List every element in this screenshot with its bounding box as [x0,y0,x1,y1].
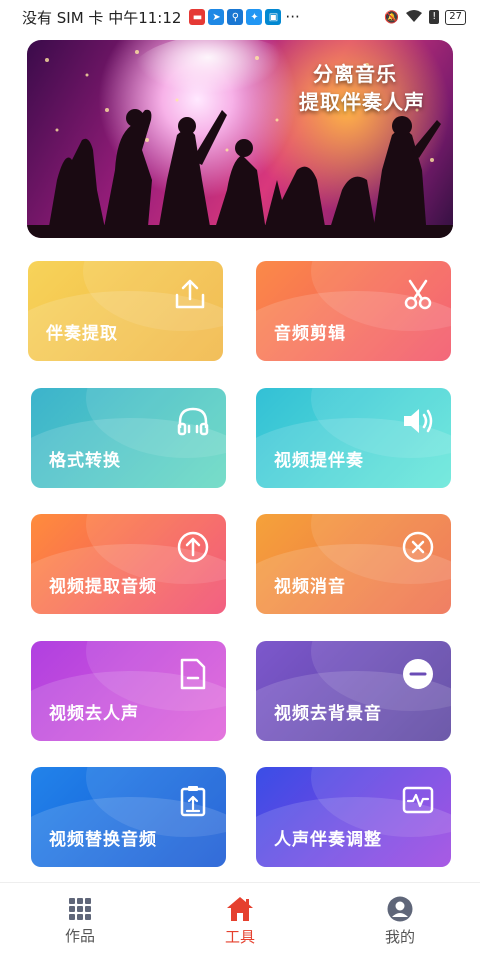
upload-icon [175,279,205,309]
tool-card-video-remove-background[interactable]: 视频去背景音 [256,641,451,741]
app-notification-icon: ▬ [189,9,206,25]
tool-card-accompaniment-extract[interactable]: 伴奏提取 [28,261,223,361]
scissors-icon [404,279,432,310]
tool-label: 人声伴奏调整 [274,830,382,850]
nav-item-works[interactable]: 作品 [0,883,160,960]
tool-label: 格式转换 [49,451,121,471]
tool-card-audio-edit[interactable]: 音频剪辑 [256,261,451,361]
cursor-app-icon: ➤ [208,9,225,25]
search-app-icon: ⚲ [227,9,244,25]
speaker-icon [404,409,433,433]
close-circle-icon [402,531,434,563]
tool-label: 视频消音 [274,577,346,597]
tool-label: 视频提伴奏 [274,451,364,471]
arrow-up-circle-icon [177,531,209,563]
grid-icon [69,898,91,920]
waveform-icon [402,786,434,814]
nav-item-mine[interactable]: 我的 [320,883,480,960]
tool-card-video-accompaniment[interactable]: 视频提伴奏 [256,388,451,488]
banner-title-line2: 提取伴奏人声 [299,90,425,114]
tool-label: 音频剪辑 [274,324,346,344]
tool-card-vocal-accompaniment-adjust[interactable]: 人声伴奏调整 [256,767,451,867]
user-avatar-icon [387,896,413,922]
nav-label-tools: 工具 [224,928,255,946]
tool-card-format-convert[interactable]: 格式转换 [31,388,226,488]
clipboard-upload-icon [180,786,206,817]
nav-item-tools[interactable]: 工具 [160,883,320,960]
banner-title-line1: 分离音乐 [313,62,397,86]
wifi-icon [405,9,423,26]
tool-label: 视频去背景音 [274,704,382,724]
tool-card-video-mute[interactable]: 视频消音 [256,514,451,614]
nav-label-mine: 我的 [384,928,415,946]
headphones-icon [177,407,209,436]
tool-label: 视频去人声 [49,704,139,724]
tool-label: 视频替换音频 [49,830,157,850]
nav-label-works: 作品 [64,927,95,945]
home-icon [227,897,253,921]
battery-icon: 27 [445,9,466,25]
tool-card-video-extract-audio[interactable]: 视频提取音频 [31,514,226,614]
status-bar: 没有 SIM 卡 中午11:12 ▬ ➤ ⚲ ✦ ▣ ··· 🔕 ! 27 [0,0,480,34]
tool-label: 伴奏提取 [46,324,118,344]
mute-icon: 🔕 [384,10,400,24]
alert-icon: ! [429,10,440,24]
tool-card-video-remove-vocals[interactable]: 视频去人声 [31,641,226,741]
tool-card-video-replace-audio[interactable]: 视频替换音频 [31,767,226,867]
banner-title: 分离音乐 提取伴奏人声 [299,60,425,116]
screen-app-icon: ▣ [265,9,282,25]
bottom-nav: 作品 工具 我的 [0,882,480,960]
tool-label: 视频提取音频 [49,577,157,597]
status-text: 没有 SIM 卡 中午11:12 [22,8,182,27]
bulb-app-icon: ✦ [246,9,263,25]
document-minus-icon [180,658,206,690]
more-dots: ··· [285,8,300,26]
hero-banner[interactable]: 分离音乐 提取伴奏人声 [27,40,453,238]
minus-circle-icon [403,659,433,689]
